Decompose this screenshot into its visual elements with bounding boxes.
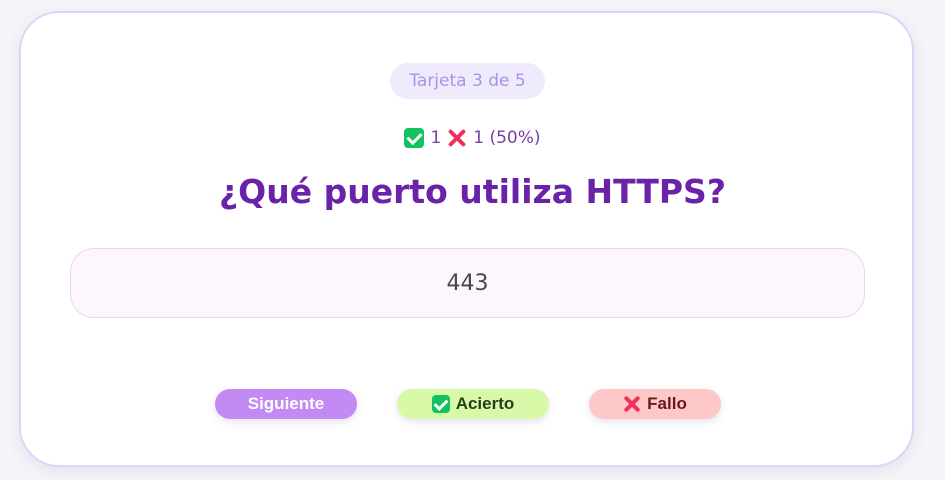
check-icon xyxy=(431,395,450,413)
card-counter-badge: Tarjeta 3 de 5 xyxy=(390,63,545,99)
correct-button-label: Acierto xyxy=(455,394,515,413)
wrong-count: 1 (50%) xyxy=(473,128,541,148)
wrong-button-label: Fallo xyxy=(647,394,687,413)
next-button-label: Siguiente xyxy=(247,394,325,413)
score-summary: 1 1 (50%) xyxy=(0,126,945,150)
next-button[interactable]: Siguiente xyxy=(215,389,357,419)
answer-box: 443 xyxy=(70,248,865,318)
question-text: ¿Qué puerto utiliza HTTPS? xyxy=(219,172,726,211)
check-icon xyxy=(404,128,425,148)
answer-text: 443 xyxy=(446,270,489,296)
correct-button[interactable]: Acierto xyxy=(397,389,549,419)
card-counter-text: Tarjeta 3 de 5 xyxy=(409,71,526,91)
wrong-button[interactable]: Fallo xyxy=(589,389,721,419)
cross-icon xyxy=(623,395,641,413)
correct-count: 1 xyxy=(430,128,442,148)
cross-icon xyxy=(447,128,467,148)
